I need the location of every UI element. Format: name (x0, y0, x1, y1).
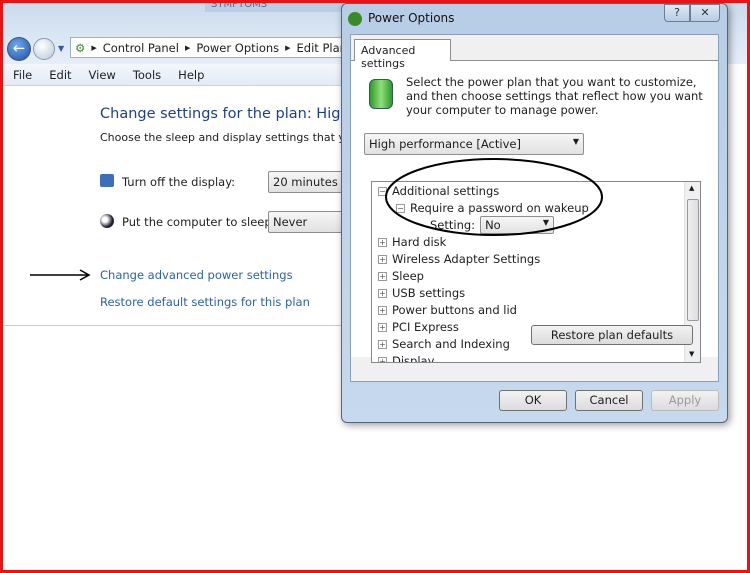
power-options-icon (348, 12, 362, 26)
menu-tools[interactable]: Tools (133, 68, 161, 82)
sleep-select[interactable]: Never (268, 211, 348, 233)
separator-icon: ▶ (184, 43, 191, 52)
tree-item[interactable]: + Wireless Adapter Settings (378, 252, 540, 266)
expand-icon[interactable]: + (378, 356, 387, 362)
expand-icon[interactable]: + (378, 288, 387, 298)
expand-icon[interactable]: + (378, 305, 387, 315)
tab-advanced-settings[interactable]: Advanced settings (354, 39, 451, 70)
expand-icon[interactable]: + (378, 254, 387, 264)
tree-label: Search and Indexing (392, 337, 510, 351)
plan-select[interactable]: High performance [Active] ▼ (364, 133, 584, 155)
plan-value: High performance [Active] (369, 137, 521, 151)
dialog-body: Advanced settings Select the power plan … (350, 34, 719, 411)
dialog-title: Power Options (368, 11, 455, 25)
expand-icon[interactable]: + (378, 271, 387, 281)
close-button[interactable]: ✕ (690, 4, 720, 22)
tree-label: Wireless Adapter Settings (392, 252, 541, 266)
menu-edit[interactable]: Edit (49, 68, 71, 82)
background-window: SYMPTOMS (205, 0, 345, 12)
tree-item[interactable]: + PCI Express (378, 320, 459, 334)
expand-icon[interactable]: + (378, 322, 387, 332)
tree-item[interactable]: + Sleep (378, 269, 424, 283)
menu-help[interactable]: Help (178, 68, 204, 82)
tree-item[interactable]: + Search and Indexing (378, 337, 510, 351)
back-button[interactable]: ← (7, 37, 31, 61)
control-panel-icon: ⚙ (75, 40, 86, 55)
tree-label: USB settings (392, 286, 466, 300)
tree-label: PCI Express (392, 320, 459, 334)
power-options-dialog: Power Options ? ✕ Advanced settings Sele… (341, 3, 728, 423)
recent-pages-chevron-icon[interactable]: ▼ (58, 44, 64, 53)
forward-button[interactable] (33, 38, 55, 60)
restore-default-settings-link[interactable]: Restore default settings for this plan (100, 295, 310, 309)
address-bar[interactable]: ⚙ ▶ Control Panel ▶ Power Options ▶ Edit… (70, 37, 360, 58)
separator-icon: ▶ (285, 43, 291, 52)
dialog-description: Select the power plan that you want to c… (406, 75, 703, 117)
apply-button[interactable]: Apply (651, 390, 719, 411)
battery-plug-icon (369, 79, 393, 109)
separator-icon: ▶ (91, 43, 97, 52)
tree-label: Display (392, 354, 435, 363)
menu-view[interactable]: View (89, 68, 116, 82)
tree-item[interactable]: + USB settings (378, 286, 465, 300)
scroll-up-icon[interactable]: ▲ (689, 184, 694, 192)
tree-label: Sleep (392, 269, 424, 283)
display-label: Turn off the display: (122, 175, 236, 189)
page-subtitle: Choose the sleep and display settings th… (100, 131, 372, 144)
divider (3, 325, 343, 326)
page-title: Change settings for the plan: High pe (100, 106, 373, 122)
breadcrumb-item[interactable]: Power Options (196, 41, 279, 55)
tab-panel: Select the power plan that you want to c… (351, 60, 718, 363)
scroll-down-icon[interactable]: ▼ (689, 350, 694, 358)
sleep-icon (100, 214, 114, 228)
content-area (3, 86, 343, 573)
display-select[interactable]: 20 minutes (268, 171, 348, 193)
annotation-ellipse-icon (385, 158, 603, 236)
tree-label: Power buttons and lid (392, 303, 517, 317)
restore-plan-defaults-button[interactable]: Restore plan defaults (531, 325, 693, 345)
ok-button[interactable]: OK (499, 390, 567, 411)
chevron-down-icon: ▼ (572, 137, 579, 146)
tree-item[interactable]: + Display (378, 354, 435, 363)
expand-icon[interactable]: + (378, 339, 387, 349)
breadcrumb-item[interactable]: Control Panel (103, 41, 179, 55)
help-button[interactable]: ? (664, 4, 690, 22)
menu-file[interactable]: File (13, 68, 32, 82)
change-advanced-power-settings-link[interactable]: Change advanced power settings (100, 268, 293, 282)
sleep-label: Put the computer to sleep: (122, 215, 276, 229)
menu-bar: File Edit View Tools Help (3, 64, 343, 86)
tree-item[interactable]: + Power buttons and lid (378, 303, 517, 317)
annotation-arrow-icon (30, 269, 91, 281)
display-icon (100, 174, 114, 187)
cancel-button[interactable]: Cancel (575, 390, 643, 411)
scrollbar-thumb[interactable] (687, 199, 699, 321)
